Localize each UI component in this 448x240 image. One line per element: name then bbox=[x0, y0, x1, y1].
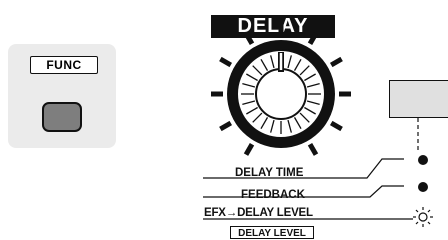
knob-scale-tick bbox=[243, 142, 255, 156]
knob-scale-tick bbox=[307, 142, 319, 156]
knob-scale-tick bbox=[307, 32, 319, 46]
select-button[interactable] bbox=[389, 80, 448, 118]
knob-scale-tick bbox=[329, 56, 343, 68]
delay-level-sub-label: DELAY LEVEL bbox=[230, 226, 314, 239]
option-feedback[interactable]: FEEDBACK bbox=[241, 189, 305, 201]
option-delay-time[interactable]: DELAY TIME bbox=[235, 167, 303, 179]
delay-knob[interactable] bbox=[227, 40, 335, 148]
knob-scale-tick bbox=[219, 120, 233, 132]
knob-scale-tick bbox=[243, 32, 255, 46]
knob-scale-tick bbox=[329, 120, 343, 132]
delay-graphics bbox=[203, 24, 433, 227]
knob-scale-tick bbox=[219, 56, 233, 68]
led-delay-time-on bbox=[418, 155, 428, 165]
led-feedback-on bbox=[418, 182, 428, 192]
led-efx-delay-level-blinking bbox=[413, 207, 433, 227]
option-efx-delay-level[interactable]: EFX→DELAY LEVEL bbox=[204, 207, 313, 219]
